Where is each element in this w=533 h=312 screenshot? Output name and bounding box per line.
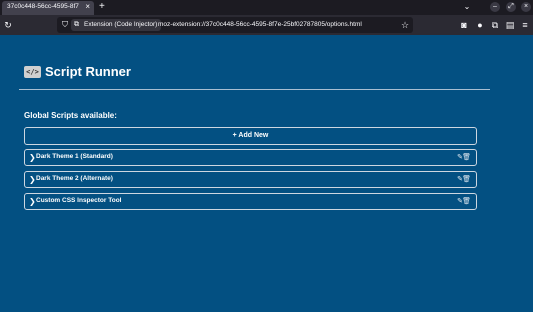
bookmark-star-icon[interactable]: ☆ — [399, 19, 411, 31]
reload-icon[interactable]: ↻ — [2, 19, 14, 31]
trash-icon[interactable]: 🗑 — [462, 196, 471, 207]
restore-icon[interactable]: ⤢ — [506, 2, 516, 12]
minimize-icon[interactable]: – — [490, 2, 500, 12]
new-tab-button[interactable]: + — [99, 0, 105, 14]
divider — [19, 89, 490, 90]
list-tabs-icon[interactable]: ⌄ — [462, 2, 472, 12]
identity-box[interactable]: ⧉ Extension (Code Injector) — [71, 19, 162, 31]
tab-close-icon[interactable]: × — [85, 2, 90, 12]
chevron-right-icon[interactable]: ❯ — [29, 196, 36, 207]
options-page: </> Script Runner Global Scripts availab… — [0, 35, 533, 312]
code-logo-icon: </> — [24, 66, 41, 78]
script-name: Dark Theme 1 (Standard) — [36, 153, 113, 160]
nav-bar: ↻ ⛉ ⧉ Extension (Code Injector) moz-exte… — [0, 15, 533, 35]
tab-strip: 37c0c448-56cc-4595-8f7e-2 × + ⌄ – ⤢ × — [0, 0, 533, 15]
section-label: Global Scripts available: — [24, 111, 117, 120]
url-text[interactable]: moz-extension://37c0c448-56cc-4595-8f7e-… — [158, 21, 362, 28]
trash-icon[interactable]: 🗑 — [462, 174, 471, 185]
close-window-icon[interactable]: × — [521, 2, 531, 12]
sidebar-icon[interactable]: ▤ — [504, 19, 516, 31]
chevron-right-icon[interactable]: ❯ — [29, 174, 36, 185]
script-name: Custom CSS Inspector Tool — [36, 197, 122, 204]
pocket-icon[interactable]: ◙ — [458, 19, 470, 31]
url-bar[interactable]: ⛉ ⧉ Extension (Code Injector) moz-extens… — [57, 17, 413, 33]
script-item[interactable]: ❯ Dark Theme 1 (Standard) ✎ 🗑 — [24, 149, 477, 166]
script-item[interactable]: ❯ Dark Theme 2 (Alternate) ✎ 🗑 — [24, 171, 477, 188]
script-item[interactable]: ❯ Custom CSS Inspector Tool ✎ 🗑 — [24, 193, 477, 210]
puzzle-icon: ⧉ — [74, 21, 79, 28]
account-icon[interactable]: ● — [474, 19, 486, 31]
chevron-right-icon[interactable]: ❯ — [29, 152, 36, 163]
shield-icon[interactable]: ⛉ — [59, 19, 71, 31]
identity-label: Extension (Code Injector) — [84, 21, 158, 28]
script-name: Dark Theme 2 (Alternate) — [36, 175, 113, 182]
active-tab[interactable]: 37c0c448-56cc-4595-8f7e-2 × — [2, 1, 94, 15]
add-new-button[interactable]: + Add New — [24, 127, 477, 145]
extensions-icon[interactable]: ⧉ — [489, 19, 501, 31]
page-title: Script Runner — [45, 64, 131, 79]
menu-icon[interactable]: ≡ — [519, 19, 531, 31]
tab-title: 37c0c448-56cc-4595-8f7e-2 — [7, 3, 79, 10]
trash-icon[interactable]: 🗑 — [462, 152, 471, 163]
